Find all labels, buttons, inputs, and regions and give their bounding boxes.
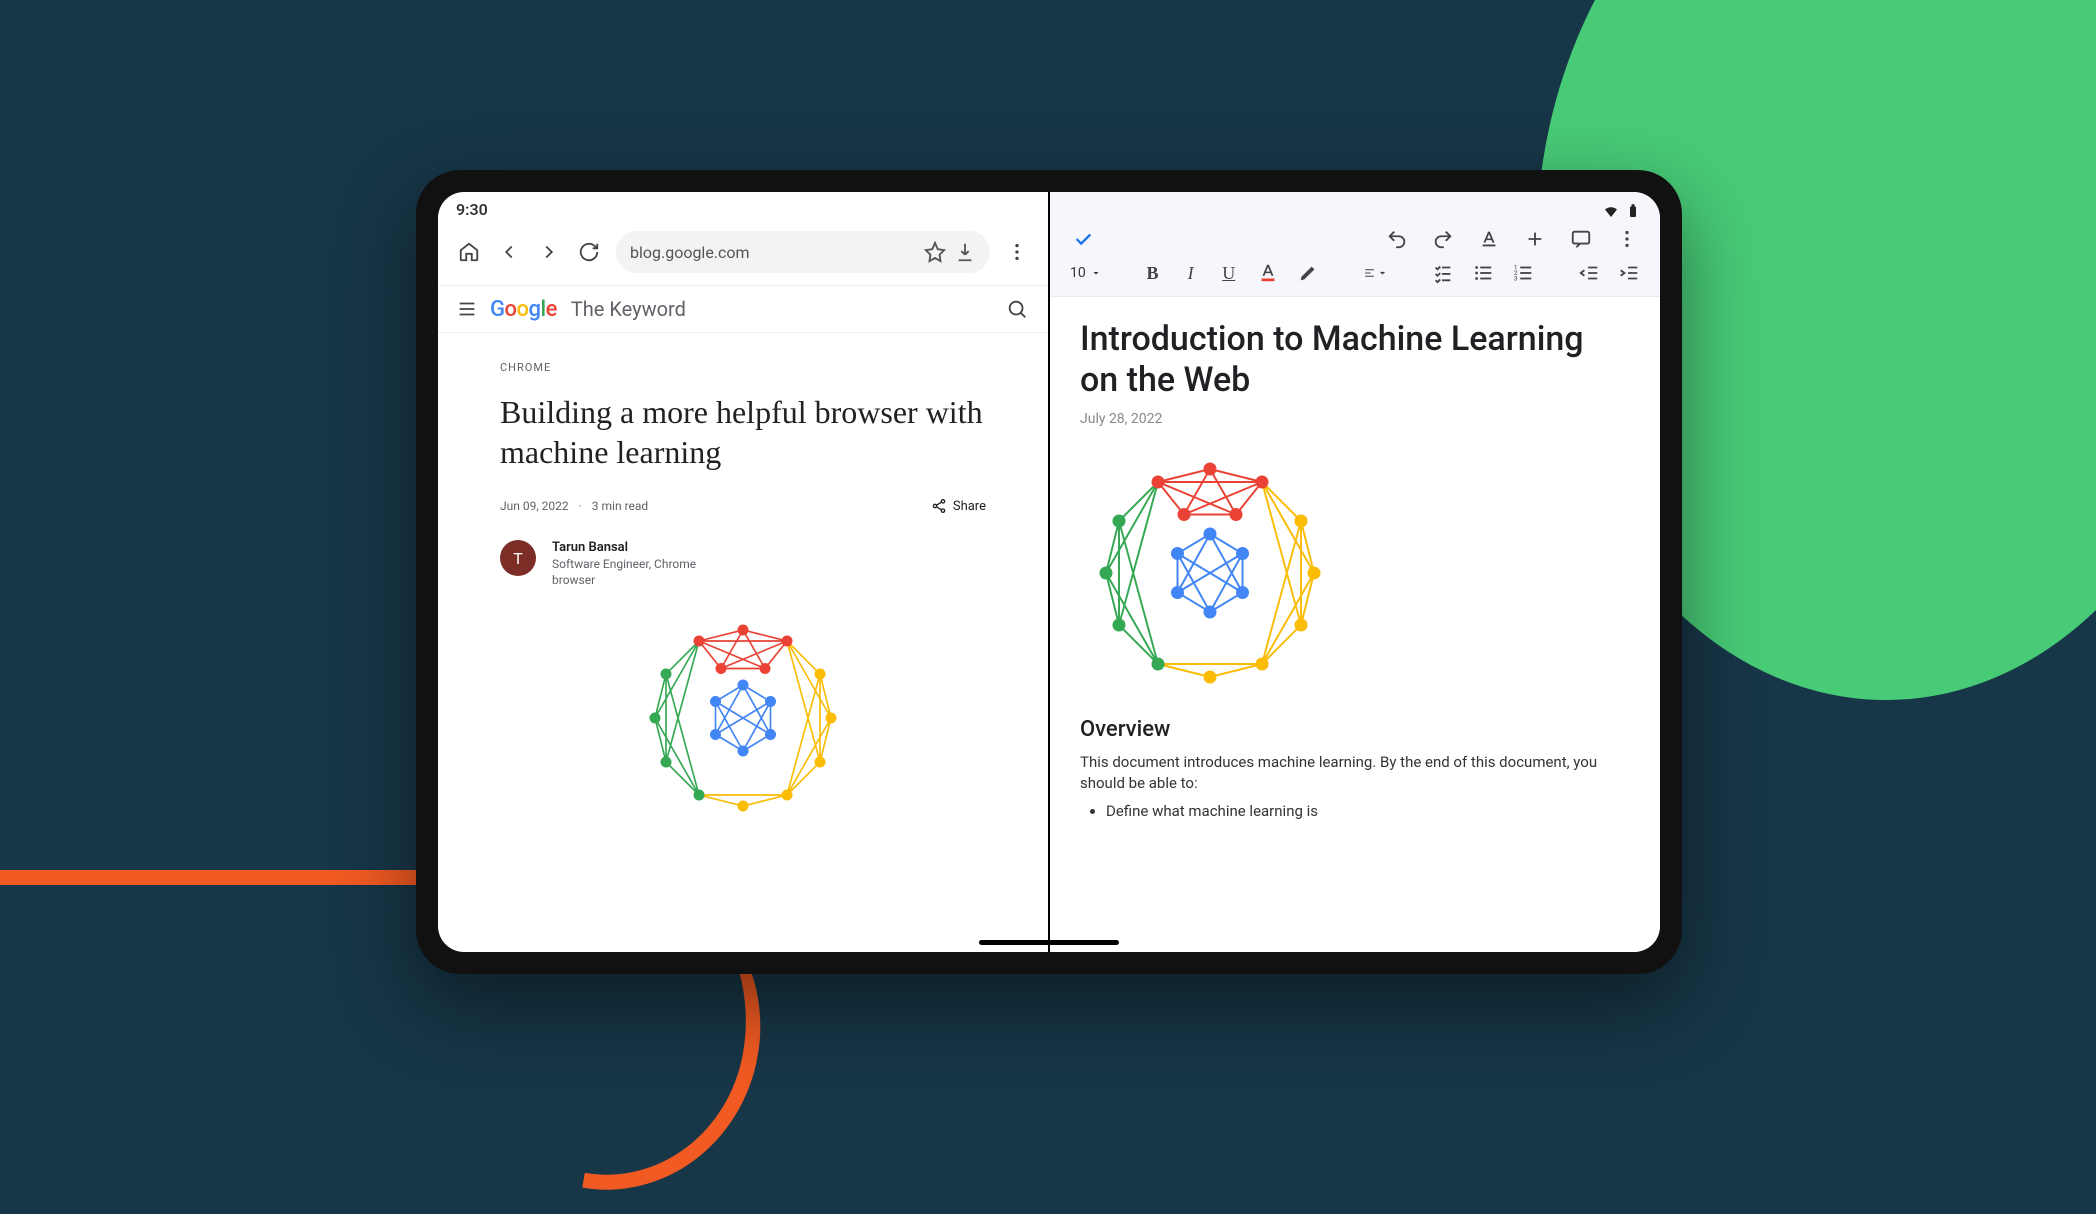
tablet-frame: 9:30 blog.google.com <box>416 170 1682 974</box>
share-button[interactable]: Share <box>931 498 986 514</box>
status-bar-right <box>1050 192 1660 220</box>
reload-icon[interactable] <box>576 239 602 265</box>
align-icon[interactable] <box>1363 260 1389 286</box>
underline-icon[interactable]: U <box>1219 260 1239 286</box>
site-header: Google The Keyword <box>438 285 1048 333</box>
indent-icon[interactable] <box>1618 260 1640 286</box>
italic-icon[interactable]: I <box>1181 260 1201 286</box>
site-search-icon[interactable] <box>1004 296 1030 322</box>
author-avatar: T <box>500 540 536 576</box>
hamburger-icon[interactable] <box>456 296 478 322</box>
doc-hero-graphic <box>1080 443 1630 703</box>
doc-section-heading: Overview <box>1080 717 1630 742</box>
document-canvas[interactable]: Introduction to Machine Learning on the … <box>1050 297 1660 952</box>
article-meta: Jun 09, 2022 · 3 min read Share <box>500 498 986 514</box>
address-bar[interactable]: blog.google.com <box>616 231 990 273</box>
comment-icon[interactable] <box>1568 226 1594 252</box>
browser-toolbar: blog.google.com <box>438 219 1048 285</box>
article-body: CHROME Building a more helpful browser w… <box>438 333 1048 828</box>
battery-icon <box>1624 202 1642 220</box>
doc-title: Introduction to Machine Learning on the … <box>1080 319 1630 401</box>
doc-bullet-item: Define what machine learning is <box>1106 802 1630 820</box>
article-category: CHROME <box>500 361 986 374</box>
doc-date: July 28, 2022 <box>1080 411 1630 427</box>
forward-icon[interactable] <box>536 239 562 265</box>
text-color-icon[interactable] <box>1257 260 1279 286</box>
font-size-value: 10 <box>1070 265 1086 281</box>
article-date: Jun 09, 2022 <box>500 499 569 513</box>
font-size-selector[interactable]: 10 <box>1070 265 1102 281</box>
download-icon[interactable] <box>954 241 976 263</box>
done-check-icon[interactable] <box>1070 226 1096 252</box>
doc-bullet-list: Define what machine learning is <box>1080 802 1630 820</box>
back-icon[interactable] <box>496 239 522 265</box>
article-headline: Building a more helpful browser with mac… <box>500 392 986 472</box>
docs-toolbar-formatting: 10 B I U 123 <box>1050 256 1660 297</box>
docs-toolbar-primary <box>1050 220 1660 256</box>
bullet-list-icon[interactable] <box>1472 260 1494 286</box>
docs-pane: 10 B I U 123 Introduction <box>1050 192 1660 952</box>
wifi-icon <box>1602 202 1620 220</box>
redo-icon[interactable] <box>1430 226 1456 252</box>
address-bar-url: blog.google.com <box>630 243 916 262</box>
article-read-time: 3 min read <box>592 499 648 513</box>
outdent-icon[interactable] <box>1578 260 1600 286</box>
author-name: Tarun Bansal <box>552 540 712 555</box>
site-title: The Keyword <box>571 297 686 321</box>
home-icon[interactable] <box>456 239 482 265</box>
chevron-down-icon <box>1090 267 1102 279</box>
svg-text:3: 3 <box>1514 274 1518 282</box>
article-hero-graphic <box>500 608 986 828</box>
bold-icon[interactable]: B <box>1142 260 1162 286</box>
browser-pane: 9:30 blog.google.com <box>438 192 1048 952</box>
browser-menu-icon[interactable] <box>1004 239 1030 265</box>
star-icon[interactable] <box>924 241 946 263</box>
text-format-icon[interactable] <box>1476 226 1502 252</box>
share-label: Share <box>953 499 986 514</box>
google-logo: Google <box>490 297 557 322</box>
docs-menu-icon[interactable] <box>1614 226 1640 252</box>
highlight-icon[interactable] <box>1297 260 1319 286</box>
numbered-list-icon[interactable]: 123 <box>1512 260 1534 286</box>
undo-icon[interactable] <box>1384 226 1410 252</box>
author-title: Software Engineer, Chrome browser <box>552 557 712 588</box>
author-block: T Tarun Bansal Software Engineer, Chrome… <box>500 540 986 588</box>
doc-paragraph: This document introduces machine learnin… <box>1080 752 1630 794</box>
status-bar-time: 9:30 <box>438 192 1048 219</box>
tablet-screen: 9:30 blog.google.com <box>438 192 1660 952</box>
home-indicator[interactable] <box>979 940 1119 945</box>
insert-plus-icon[interactable] <box>1522 226 1548 252</box>
checklist-icon[interactable] <box>1432 260 1454 286</box>
